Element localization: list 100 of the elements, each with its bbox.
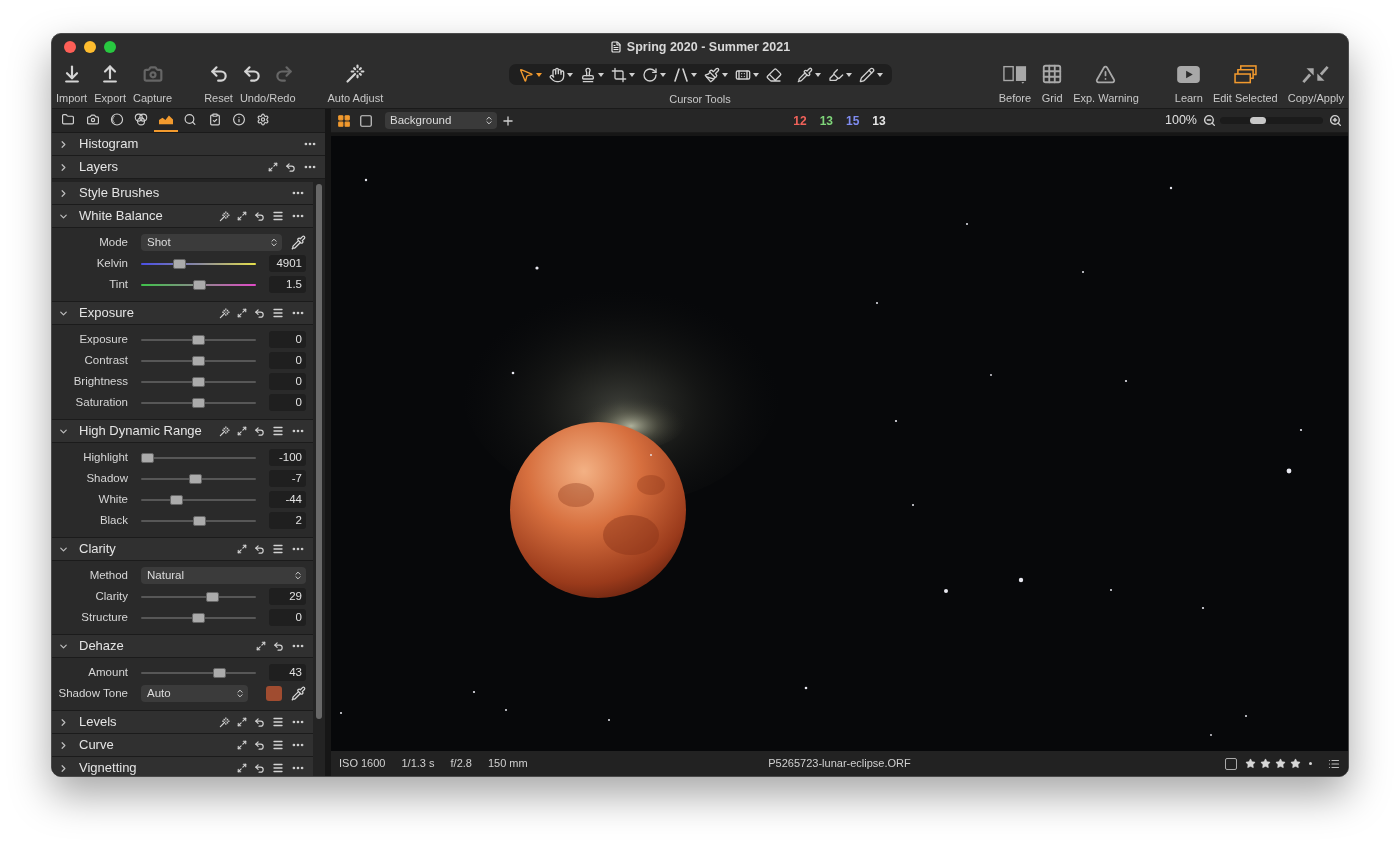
stacked-rectangles-icon[interactable] bbox=[1233, 64, 1257, 84]
star-icon[interactable] bbox=[1260, 758, 1271, 769]
section-header[interactable]: White Balance bbox=[52, 205, 313, 228]
toolbar-button[interactable]: Capture bbox=[133, 64, 173, 104]
caret-icon[interactable] bbox=[876, 72, 883, 77]
caret-icon[interactable] bbox=[814, 72, 821, 77]
slider-track[interactable] bbox=[141, 334, 256, 345]
cursor-tool-button[interactable] bbox=[579, 65, 604, 84]
toolbar-button[interactable]: Import bbox=[56, 64, 88, 104]
slider-thumb[interactable] bbox=[141, 452, 154, 463]
section-header[interactable]: High Dynamic Range bbox=[52, 420, 313, 443]
cursor-tool-button[interactable] bbox=[548, 65, 573, 84]
marker-icon[interactable] bbox=[827, 66, 844, 83]
caret-icon[interactable] bbox=[845, 72, 852, 77]
slider-track[interactable] bbox=[141, 667, 256, 678]
section-header[interactable]: Levels bbox=[52, 711, 313, 734]
value-field[interactable]: 0 bbox=[269, 352, 306, 369]
slider-track[interactable] bbox=[141, 376, 256, 387]
warning-icon[interactable] bbox=[1095, 63, 1117, 85]
magic-wand-icon[interactable] bbox=[219, 716, 230, 728]
section-header[interactable]: Exposure bbox=[52, 302, 313, 325]
value-field[interactable]: -44 bbox=[269, 491, 306, 508]
slider-track[interactable] bbox=[141, 258, 256, 269]
reset-icon[interactable] bbox=[208, 64, 229, 84]
undo-arrow-icon[interactable] bbox=[254, 716, 265, 728]
magic-wand-icon[interactable] bbox=[219, 307, 230, 319]
value-field[interactable]: 1.5 bbox=[269, 276, 306, 293]
diagonal-arrows-icon[interactable] bbox=[237, 740, 247, 750]
undo-arrow-icon[interactable] bbox=[254, 543, 265, 555]
star-icon[interactable] bbox=[1245, 758, 1256, 769]
section-header[interactable]: Vignetting bbox=[52, 757, 313, 776]
value-field[interactable]: 0 bbox=[269, 373, 306, 390]
slider-thumb[interactable] bbox=[213, 667, 227, 678]
camera-icon[interactable] bbox=[85, 113, 100, 126]
toolbar-button[interactable]: Copy/Apply bbox=[1287, 64, 1344, 104]
maximize-icon[interactable] bbox=[104, 41, 116, 53]
menu-icon[interactable] bbox=[272, 543, 284, 555]
diagonal-arrows-icon[interactable] bbox=[237, 211, 247, 221]
toolbar-button[interactable]: Reset bbox=[204, 64, 233, 104]
value-field[interactable]: -100 bbox=[269, 449, 306, 466]
toolbar-button[interactable]: Undo/Redo bbox=[239, 64, 296, 104]
magic-wand-icon[interactable] bbox=[345, 64, 366, 84]
undo-arrow-icon[interactable] bbox=[273, 640, 284, 652]
diagonal-arrows-icon[interactable] bbox=[237, 308, 247, 318]
toolbar-button[interactable]: Before bbox=[998, 64, 1032, 104]
magic-wand-icon[interactable] bbox=[219, 425, 230, 437]
cursor-tool-button[interactable] bbox=[641, 65, 666, 84]
slider-thumb[interactable] bbox=[193, 279, 206, 290]
chevrons-icon[interactable] bbox=[484, 115, 494, 126]
undo-arrow-icon[interactable] bbox=[254, 762, 265, 774]
eyedropper-icon[interactable] bbox=[291, 235, 306, 250]
toolbar-button[interactable]: Edit Selected bbox=[1212, 64, 1278, 104]
section-header[interactable]: Dehaze bbox=[52, 635, 313, 658]
zoom-out-icon[interactable] bbox=[1203, 114, 1216, 127]
split-view-icon[interactable] bbox=[1002, 64, 1027, 84]
scrollbar[interactable] bbox=[316, 184, 322, 719]
diagonal-arrows-icon[interactable] bbox=[237, 763, 247, 773]
settings-icon[interactable] bbox=[256, 113, 271, 126]
caret-icon[interactable] bbox=[597, 72, 604, 77]
slider-track[interactable] bbox=[141, 355, 256, 366]
cursor-tool-button[interactable] bbox=[796, 65, 821, 84]
slider-thumb[interactable] bbox=[192, 612, 205, 623]
diagonal-arrows-icon[interactable] bbox=[256, 641, 266, 651]
clipboard-icon[interactable] bbox=[207, 113, 222, 126]
slider-thumb[interactable] bbox=[172, 258, 186, 269]
undo-arrow-icon[interactable] bbox=[254, 739, 265, 751]
value-field[interactable]: 0 bbox=[269, 331, 306, 348]
diagonal-arrows-icon[interactable] bbox=[237, 544, 247, 554]
slider-track[interactable] bbox=[141, 279, 256, 290]
undo-arrow-icon[interactable] bbox=[254, 307, 265, 319]
dropdown[interactable]: Natural bbox=[141, 567, 306, 584]
slider-thumb[interactable] bbox=[193, 515, 206, 526]
toolbar-button[interactable]: Auto Adjust bbox=[327, 64, 384, 104]
toolbar-button[interactable]: Grid bbox=[1041, 64, 1064, 104]
chevrons-icon[interactable] bbox=[293, 570, 303, 581]
layer-dropdown[interactable]: Background bbox=[385, 112, 497, 129]
toolbar-button[interactable]: Export bbox=[94, 64, 126, 104]
cursor-tool-button[interactable] bbox=[858, 65, 883, 84]
hand-icon[interactable] bbox=[548, 66, 565, 83]
slider-track[interactable] bbox=[141, 612, 256, 623]
grid-icon[interactable] bbox=[1041, 63, 1064, 85]
slider-track[interactable] bbox=[141, 591, 256, 602]
eraser-icon[interactable] bbox=[765, 66, 782, 83]
slider-track[interactable] bbox=[141, 515, 256, 526]
square-icon[interactable] bbox=[359, 113, 373, 128]
menu-icon[interactable] bbox=[272, 425, 284, 437]
value-field[interactable]: 29 bbox=[269, 588, 306, 605]
chevrons-icon[interactable] bbox=[269, 237, 279, 248]
rotate-icon[interactable] bbox=[641, 66, 658, 83]
four-squares-icon[interactable] bbox=[337, 113, 351, 128]
slider-track[interactable] bbox=[141, 473, 256, 484]
menu-icon[interactable] bbox=[272, 739, 284, 751]
three-circles-icon[interactable] bbox=[134, 113, 149, 126]
menu-icon[interactable] bbox=[272, 762, 284, 774]
minimize-icon[interactable] bbox=[84, 41, 96, 53]
slider-thumb[interactable] bbox=[169, 494, 183, 505]
caret-icon[interactable] bbox=[659, 72, 666, 77]
menu-icon[interactable] bbox=[272, 307, 284, 319]
magic-wand-icon[interactable] bbox=[219, 210, 230, 222]
play-icon[interactable] bbox=[1177, 65, 1201, 83]
